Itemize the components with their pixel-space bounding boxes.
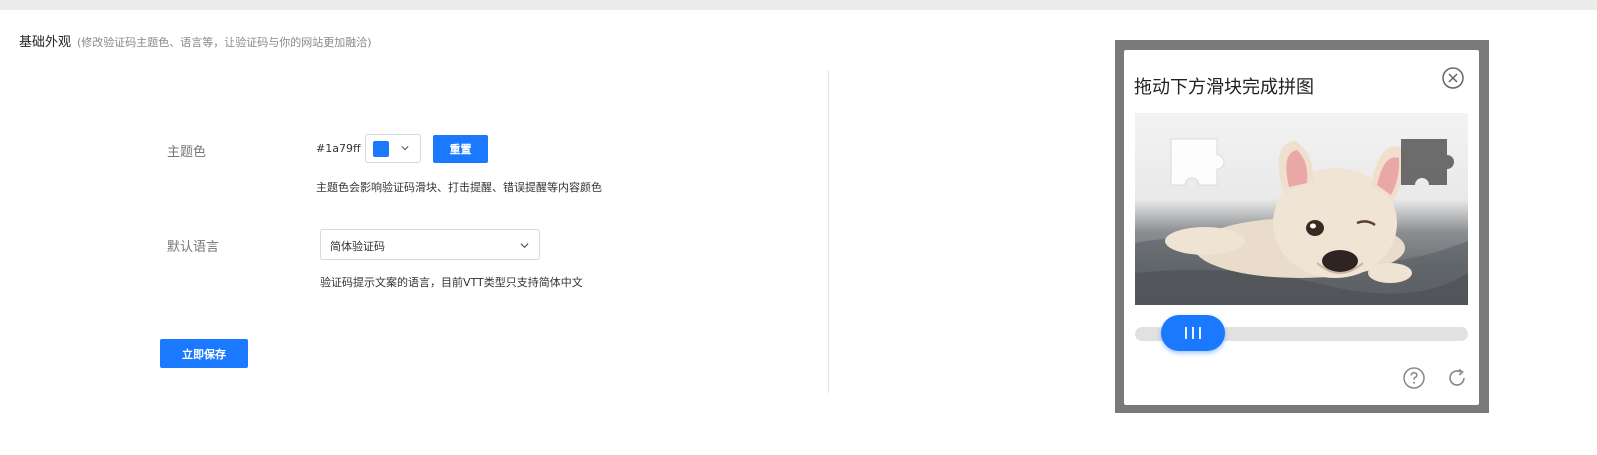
drag-grip-icon [1185, 327, 1201, 339]
theme-color-label: 主题色 [167, 145, 207, 160]
color-hex-value: #1a79ff [316, 142, 361, 155]
section-title: 基础外观 (修改验证码主题色、语言等，让验证码与你的网站更加融洽) [19, 31, 372, 50]
divider [828, 70, 829, 393]
reset-button[interactable]: 重置 [433, 135, 488, 163]
refresh-icon[interactable] [1445, 366, 1469, 390]
color-picker[interactable] [365, 134, 421, 163]
captcha-title: 拖动下方滑块完成拼图 [1134, 77, 1314, 98]
close-circle-icon[interactable] [1441, 66, 1465, 90]
chevron-down-icon [401, 146, 409, 151]
top-bar [0, 0, 1597, 10]
section-subtitle: (修改验证码主题色、语言等，让验证码与你的网站更加融洽) [77, 36, 372, 49]
language-help: 验证码提示文案的语言，目前VTT类型只支持简体中文 [320, 276, 583, 289]
puzzle-image [1135, 113, 1468, 305]
save-button[interactable]: 立即保存 [160, 339, 248, 368]
color-swatch [373, 141, 389, 157]
captcha-popup: 拖动下方滑块完成拼图 [1124, 50, 1479, 405]
theme-color-help: 主题色会影响验证码滑块、打击提醒、错误提醒等内容颜色 [316, 181, 602, 194]
help-icon[interactable] [1402, 366, 1426, 390]
language-label: 默认语言 [167, 240, 220, 255]
section-title-text: 基础外观 [19, 35, 72, 50]
language-select-value: 简体验证码 [330, 240, 385, 253]
language-select[interactable]: 简体验证码 [320, 229, 540, 260]
slider-knob[interactable] [1161, 315, 1225, 351]
chevron-down-icon [520, 243, 529, 249]
